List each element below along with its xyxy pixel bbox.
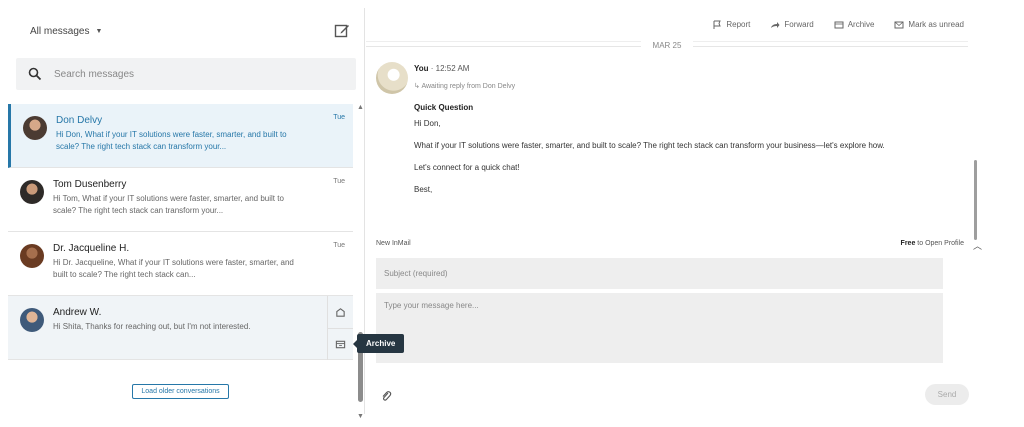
archive-label: Archive — [847, 20, 875, 29]
list-scrollbar[interactable]: ▲ ▼ — [357, 104, 365, 420]
envelope-icon — [894, 21, 904, 28]
send-button[interactable]: Send — [925, 384, 969, 405]
conversation-name: Andrew W. — [53, 307, 102, 318]
conversation-item-jacqueline[interactable]: Dr. Jacqueline H. Hi Dr. Jacqueline, Wha… — [8, 232, 353, 296]
subject-field[interactable] — [376, 258, 943, 289]
sender-avatar — [376, 62, 408, 94]
conversation-list: Don Delvy Hi Don, What if your IT soluti… — [8, 104, 353, 404]
search-bar — [16, 58, 356, 90]
conversation-name: Tom Dusenberry — [53, 179, 127, 190]
avatar — [20, 244, 44, 268]
conversation-hover-actions — [327, 296, 353, 360]
message-thread-panel: Report Forward Archive Mark as unread MA… — [366, 8, 982, 414]
conversation-preview: Hi Tom, What if your IT solutions were f… — [53, 194, 284, 215]
conversation-date: Tue — [333, 114, 345, 121]
star-button[interactable] — [328, 296, 353, 328]
free-label: Free — [900, 240, 916, 247]
conversation-name: Don Delvy — [56, 115, 103, 126]
compose-icon[interactable] — [334, 23, 350, 39]
message-subject: Quick Question — [414, 103, 474, 112]
avatar — [20, 180, 44, 204]
filter-label: All messages — [30, 25, 90, 37]
open-profile-label: to Open Profile — [917, 240, 964, 247]
search-input[interactable] — [54, 68, 304, 80]
archive-button[interactable] — [328, 328, 353, 360]
message-status: ↳ Awaiting reply from Don Delvy — [414, 82, 515, 90]
list-header: All messages ▼ — [8, 8, 364, 54]
load-older-button[interactable]: Load older conversations — [132, 384, 229, 399]
sender-name: You — [414, 64, 429, 73]
status-text: Awaiting reply from Don Delvy — [421, 83, 516, 90]
mark-unread-label: Mark as unread — [908, 20, 964, 29]
report-button[interactable]: Report — [712, 20, 750, 30]
chevron-up-icon[interactable]: ︿ — [973, 239, 982, 252]
message-body: Quick Question Hi Don, What if your IT s… — [414, 102, 959, 206]
archive-icon — [335, 340, 346, 349]
open-profile-info: Free to Open Profile — [901, 240, 964, 247]
message-time: · 12:52 AM — [430, 64, 470, 73]
message-body-field[interactable] — [376, 293, 943, 363]
forward-icon — [771, 21, 780, 28]
message-cta: Let's connect for a quick chat! — [414, 163, 520, 172]
archive-tooltip: Archive — [352, 334, 405, 353]
message-item: You · 12:52 AM ↳ Awaiting reply from Don… — [376, 60, 977, 240]
avatar — [20, 308, 44, 332]
conversation-list-panel: All messages ▼ Don Delvy Hi Don, What if… — [8, 8, 365, 420]
caret-down-icon: ▼ — [95, 27, 103, 35]
forward-button[interactable]: Forward — [770, 20, 814, 30]
reply-arrow-icon: ↳ — [414, 83, 420, 90]
date-label: MAR 25 — [640, 41, 694, 50]
message-signoff: Best, — [414, 185, 433, 194]
conversation-preview: Hi Don, What if your IT solutions were f… — [56, 130, 287, 151]
scroll-down-icon[interactable]: ▼ — [357, 413, 364, 420]
mark-unread-button[interactable]: Mark as unread — [894, 20, 964, 30]
message-greeting: Hi Don, — [414, 119, 441, 128]
conversation-item-andrew[interactable]: Andrew W. Hi Shita, Thanks for reaching … — [8, 296, 353, 360]
paperclip-icon[interactable] — [380, 390, 392, 402]
message-filter-dropdown[interactable]: All messages ▼ — [30, 26, 102, 37]
archive-thread-button[interactable]: Archive — [834, 20, 875, 30]
load-older-container: Load older conversations — [8, 380, 353, 399]
flag-icon — [713, 20, 722, 29]
thread-scrollbar[interactable] — [974, 160, 977, 240]
composer-header: New InMail Free to Open Profile ︿ — [376, 240, 982, 254]
message-text: What if your IT solutions were faster, s… — [414, 141, 885, 150]
conversation-preview: Hi Dr. Jacqueline, What if your IT solut… — [53, 258, 294, 279]
conversation-date: Tue — [333, 178, 345, 185]
star-icon — [336, 307, 345, 317]
conversation-date: Tue — [333, 242, 345, 249]
date-separator: MAR 25 — [366, 41, 968, 50]
avatar — [23, 116, 47, 140]
archive-icon — [834, 21, 844, 28]
forward-label: Forward — [784, 20, 814, 29]
scroll-up-icon[interactable]: ▲ — [357, 104, 364, 111]
conversation-item-don-delvy[interactable]: Don Delvy Hi Don, What if your IT soluti… — [8, 104, 353, 168]
message-header: You · 12:52 AM — [414, 64, 469, 73]
thread-toolbar: Report Forward Archive Mark as unread — [366, 8, 968, 42]
report-label: Report — [726, 20, 751, 29]
conversation-preview: Hi Shita, Thanks for reaching out, but I… — [53, 322, 251, 331]
composer-label: New InMail — [376, 240, 411, 247]
search-icon — [28, 67, 42, 81]
conversation-item-tom-dusenberry[interactable]: Tom Dusenberry Hi Tom, What if your IT s… — [8, 168, 353, 232]
conversation-name: Dr. Jacqueline H. — [53, 243, 130, 254]
